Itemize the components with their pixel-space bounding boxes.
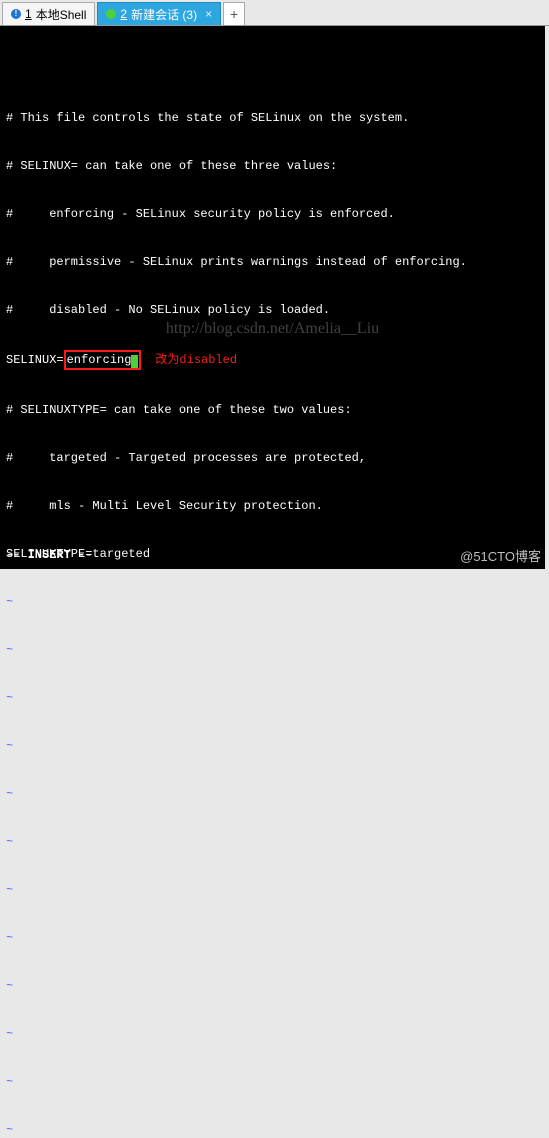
vim-tilde: ~	[6, 1026, 539, 1042]
status-dot-icon	[106, 9, 116, 19]
file-line: # SELINUX= can take one of these three v…	[6, 158, 539, 174]
file-line: # permissive - SELinux prints warnings i…	[6, 254, 539, 270]
tab-local-shell[interactable]: ! 1 本地Shell	[2, 2, 95, 25]
annotation-text: 改为disabled	[155, 353, 237, 367]
vim-tilde: ~	[6, 642, 539, 658]
selinux-value: enforcing	[67, 353, 132, 367]
watermark-text: http://blog.csdn.net/Amelia__Liu	[166, 321, 379, 337]
tab-label: 本地Shell	[36, 6, 87, 23]
tab-label: 新建会话 (3)	[131, 6, 197, 23]
info-icon: !	[11, 9, 21, 19]
file-line: # enforcing - SELinux security policy is…	[6, 206, 539, 222]
vim-tilde: ~	[6, 834, 539, 850]
vim-tilde: ~	[6, 1122, 539, 1138]
vim-tilde: ~	[6, 786, 539, 802]
file-line: SELINUX=enforcing 改为disabled	[6, 350, 539, 370]
tab-number: 2	[120, 7, 127, 21]
blank-line	[6, 62, 539, 78]
close-icon[interactable]: ×	[205, 7, 212, 21]
vim-tilde: ~	[6, 594, 539, 610]
vim-tilde: ~	[6, 738, 539, 754]
file-line: # targeted - Targeted processes are prot…	[6, 450, 539, 466]
highlight-box: enforcing	[64, 350, 142, 370]
vim-tilde: ~	[6, 1074, 539, 1090]
add-tab-button[interactable]: +	[223, 2, 245, 25]
vim-tilde: ~	[6, 882, 539, 898]
cursor	[131, 355, 138, 368]
vim-mode-indicator: -- INSERT --	[6, 547, 92, 563]
vim-tilde: ~	[6, 690, 539, 706]
file-line: # SELINUXTYPE= can take one of these two…	[6, 402, 539, 418]
tab-number: 1	[25, 7, 32, 21]
vim-tilde: ~	[6, 978, 539, 994]
terminal-viewport[interactable]: # This file controls the state of SELinu…	[0, 26, 545, 569]
file-line: # mls - Multi Level Security protection.	[6, 498, 539, 514]
tab-bar: ! 1 本地Shell 2 新建会话 (3) × +	[0, 0, 549, 26]
tab-new-session[interactable]: 2 新建会话 (3) ×	[97, 2, 221, 25]
vim-tilde: ~	[6, 930, 539, 946]
file-line: # disabled - No SELinux policy is loaded…	[6, 302, 539, 318]
selinux-key: SELINUX=	[6, 353, 64, 367]
plus-icon: +	[230, 6, 238, 22]
file-line: # This file controls the state of SELinu…	[6, 110, 539, 126]
